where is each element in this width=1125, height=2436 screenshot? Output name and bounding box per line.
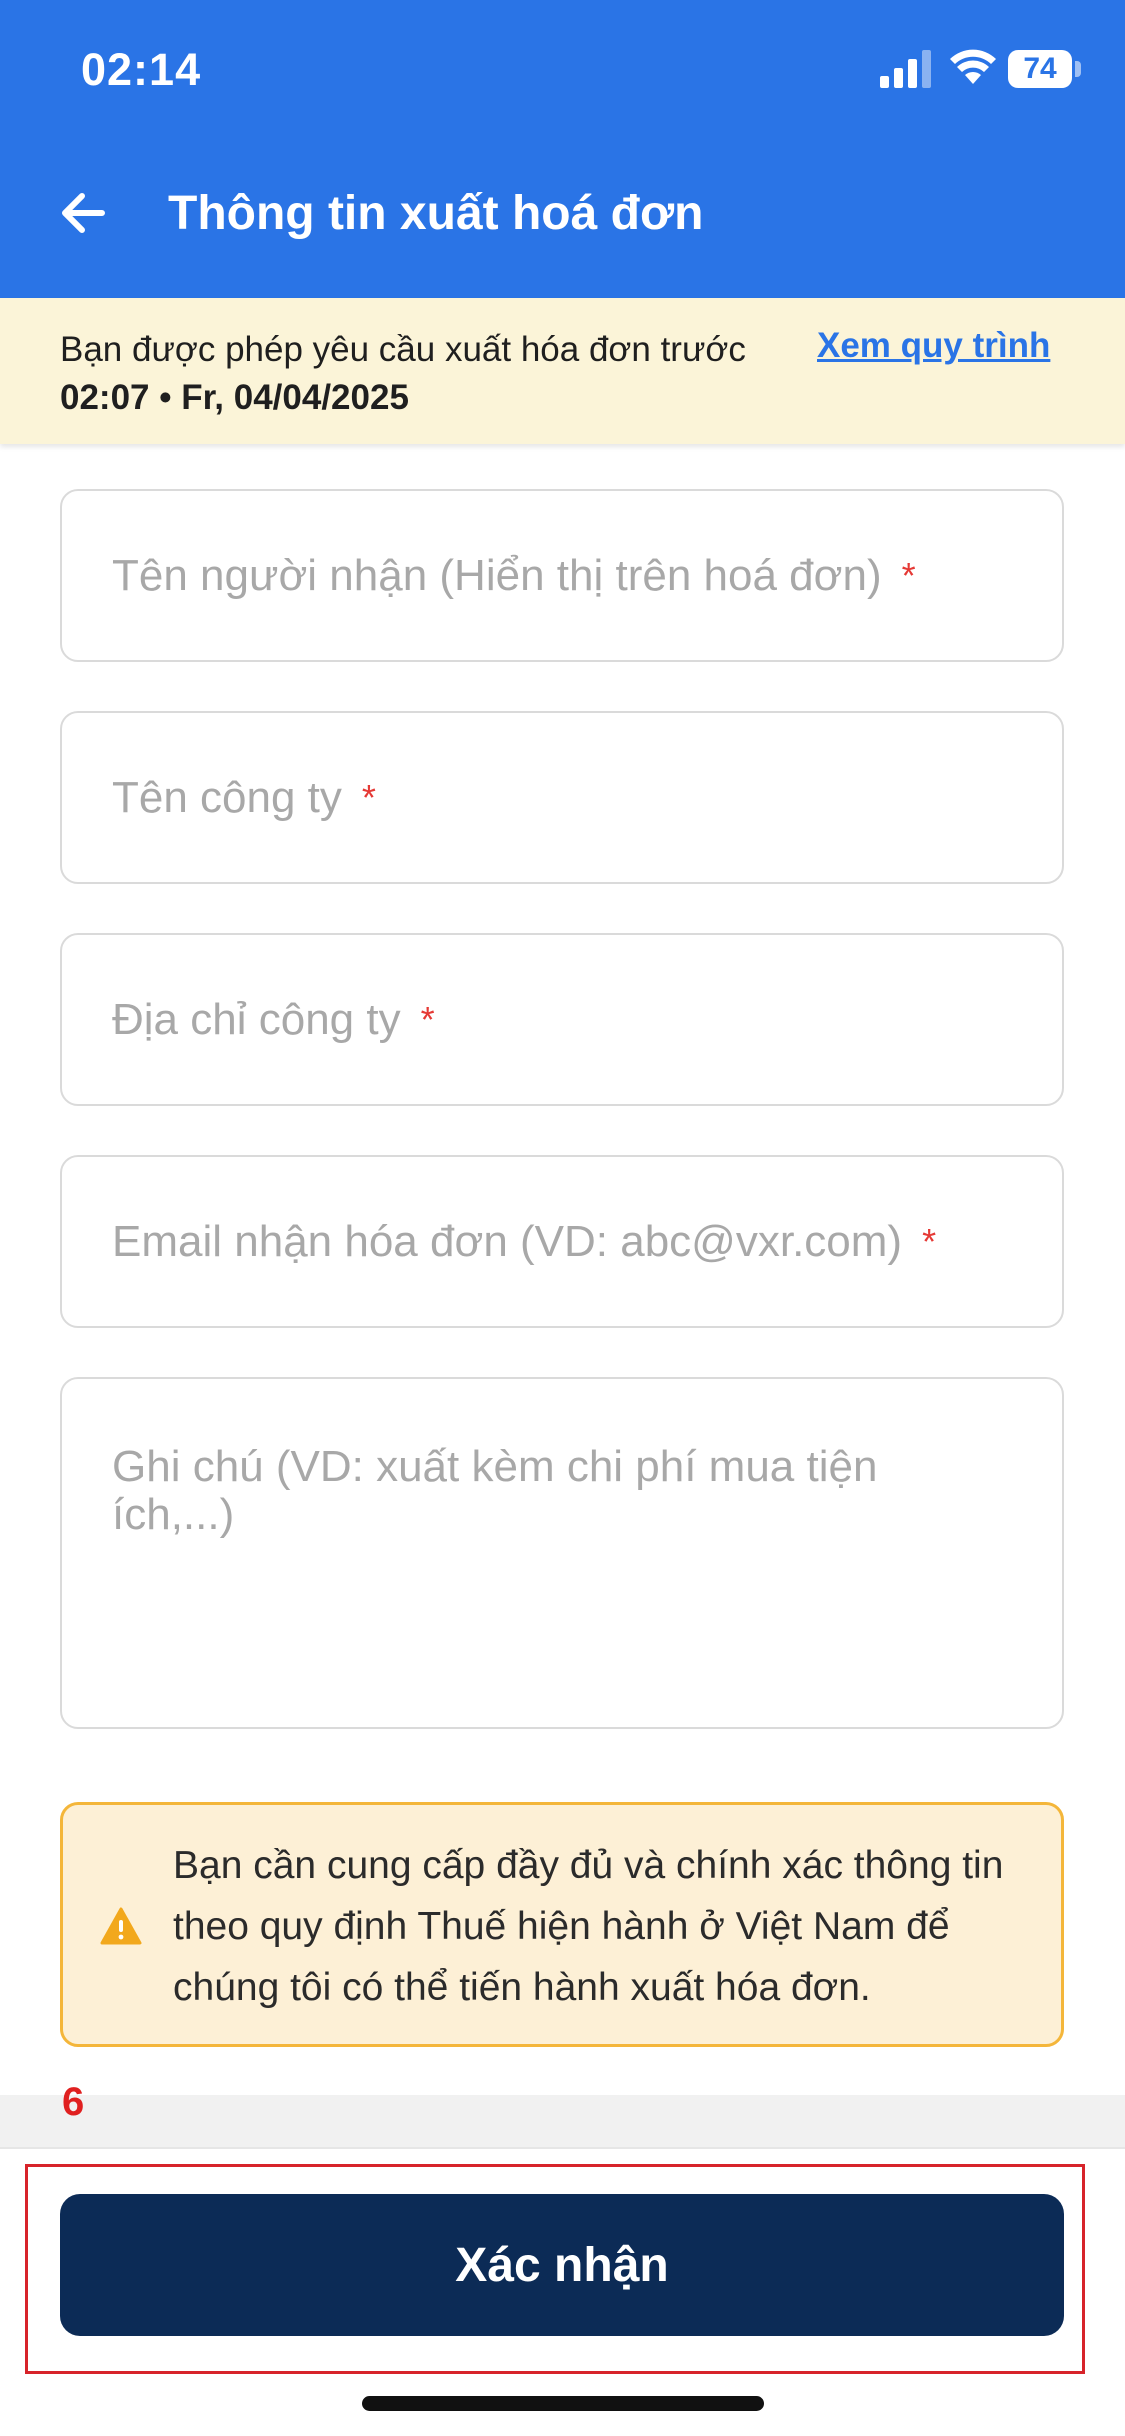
required-mark: * [361,776,376,818]
required-mark: * [420,998,435,1040]
warning-text: Bạn cần cung cấp đầy đủ và chính xác thô… [173,1844,1004,2009]
cellular-signal-icon [880,50,931,88]
deadline-prefix: Bạn được phép yêu cầu xuất hóa đơn trước [60,330,746,369]
tax-info-warning: Bạn cần cung cấp đầy đủ và chính xác thô… [60,1802,1064,2047]
deadline-datetime: 02:07 • Fr, 04/04/2025 [60,378,409,417]
note-placeholder: Ghi chú (VD: xuất kèm chi phí mua tiện í… [112,1442,878,1539]
battery-level: 74 [1008,50,1072,88]
company-address-placeholder: Địa chỉ công ty [112,994,401,1044]
wifi-icon [950,49,996,84]
battery-tip [1075,61,1081,77]
company-name-field[interactable]: Tên công ty * [60,711,1064,884]
company-name-placeholder: Tên công ty [112,772,342,822]
note-textarea[interactable]: Ghi chú (VD: xuất kèm chi phí mua tiện í… [60,1377,1064,1729]
page-title: Thông tin xuất hoá đơn [168,187,704,240]
recipient-name-placeholder: Tên người nhận (Hiển thị trên hoá đơn) [112,550,882,600]
divider-band [0,2095,1125,2147]
invoice-email-field[interactable]: Email nhận hóa đơn (VD: abc@vxr.com) * [60,1155,1064,1328]
required-mark: * [901,554,916,596]
step-number-label: 6 [62,2080,85,2124]
invoice-email-placeholder: Email nhận hóa đơn (VD: abc@vxr.com) [112,1216,903,1266]
warning-triangle-icon [100,1907,142,1945]
status-time: 02:14 [81,44,202,95]
invoice-deadline-banner: Bạn được phép yêu cầu xuất hóa đơn trước… [0,298,1125,444]
company-address-field[interactable]: Địa chỉ công ty * [60,933,1064,1106]
app-header: 02:14 74 Thông tin xuất hoá đơn [0,0,1125,298]
arrow-left-icon[interactable] [54,183,114,243]
required-mark: * [922,1220,937,1262]
recipient-name-field[interactable]: Tên người nhận (Hiển thị trên hoá đơn) * [60,489,1064,662]
confirm-button[interactable]: Xác nhận [60,2194,1064,2336]
home-indicator [362,2396,764,2411]
deadline-notice: Bạn được phép yêu cầu xuất hóa đơn trước… [60,326,760,422]
view-process-link[interactable]: Xem quy trình [817,326,1050,366]
